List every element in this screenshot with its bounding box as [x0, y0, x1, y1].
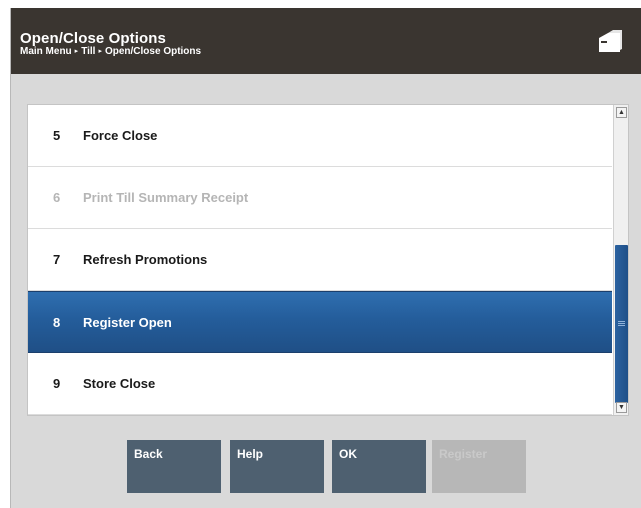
options-list: 5 Force Close 6 Print Till Summary Recei…	[27, 104, 629, 416]
option-label: Force Close	[83, 128, 158, 143]
option-label: Refresh Promotions	[83, 252, 208, 267]
breadcrumb-item-open-close-options: Open/Close Options	[104, 46, 202, 57]
breadcrumb-separator-icon: ▸	[98, 48, 102, 55]
option-number: 6	[53, 190, 61, 205]
help-button[interactable]: Help	[230, 440, 324, 493]
register-drawer-icon	[599, 30, 622, 52]
list-item-refresh-promotions[interactable]: 7 Refresh Promotions	[28, 229, 612, 291]
ok-button[interactable]: OK	[332, 440, 426, 493]
list-item-print-till-summary-receipt: 6 Print Till Summary Receipt	[28, 167, 612, 229]
option-number: 5	[53, 128, 61, 143]
breadcrumb: Main Menu ▸ Till ▸ Open/Close Options	[20, 46, 201, 57]
list-item-store-close[interactable]: 9 Store Close	[28, 353, 612, 415]
list-item-register-open[interactable]: 8 Register Open	[28, 291, 612, 353]
scroll-grip-icon	[618, 321, 625, 326]
scroll-up-icon[interactable]: ▲	[616, 107, 627, 118]
scroll-down-icon[interactable]: ▼	[616, 402, 627, 413]
list-scrollbar[interactable]: ▲ ▼	[613, 105, 628, 415]
back-button[interactable]: Back	[127, 440, 221, 493]
breadcrumb-separator-icon: ▸	[74, 48, 79, 55]
app-window: Open/Close Options Main Menu ▸ Till ▸ Open/C…	[10, 8, 641, 508]
header-bar: Open/Close Options Main Menu ▸ Till ▸ Open/C…	[11, 8, 641, 74]
list-item-force-close[interactable]: 5 Force Close	[28, 105, 612, 167]
breadcrumb-item-till: Till	[81, 46, 96, 57]
option-number: 7	[53, 252, 61, 267]
option-number: 8	[53, 315, 61, 330]
page-title: Open/Close Options	[20, 30, 166, 47]
option-label: Register Open	[83, 315, 172, 330]
breadcrumb-item-main-menu: Main Menu	[20, 46, 72, 57]
option-label: Store Close	[83, 376, 156, 391]
option-number: 9	[53, 376, 61, 391]
register-button: Register	[432, 440, 526, 493]
scroll-thumb[interactable]	[615, 245, 628, 403]
option-label: Print Till Summary Receipt	[83, 190, 249, 205]
